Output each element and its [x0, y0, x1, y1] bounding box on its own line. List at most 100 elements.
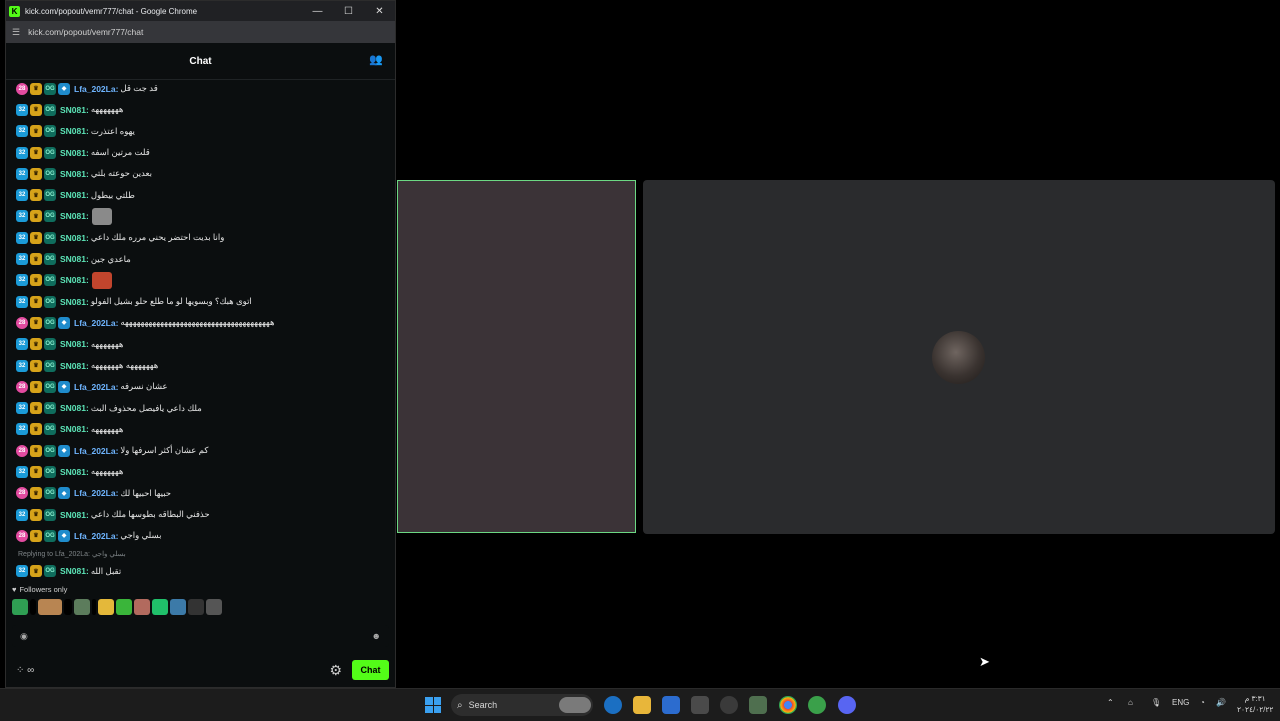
- system-clock[interactable]: ٣:٣١ م ٢٠٢٤/٠٢/٢٢: [1237, 693, 1273, 715]
- chat-username[interactable]: SN081:: [60, 467, 89, 477]
- emoji-icon[interactable]: ☻: [372, 631, 381, 641]
- chat-username[interactable]: Lfa_202La:: [74, 446, 118, 456]
- chat-input[interactable]: ◉ ☻: [12, 625, 389, 647]
- clock-time: ٣:٣١ م: [1244, 694, 1266, 703]
- crown-badge-icon: ♛: [30, 253, 42, 266]
- chat-username[interactable]: Lfa_202La:: [74, 84, 118, 94]
- chat-username[interactable]: Lfa_202La:: [74, 488, 118, 498]
- chat-username[interactable]: SN081:: [60, 275, 89, 285]
- chat-username[interactable]: SN081:: [60, 339, 89, 349]
- volume-icon[interactable]: 🔊: [1216, 698, 1226, 707]
- chat-message: 32 ♛ OG SN081: هههههههه هههههههه: [6, 355, 395, 376]
- emote-item[interactable]: [38, 599, 62, 615]
- heart-icon: ♥: [12, 584, 17, 594]
- emote-item[interactable]: [12, 599, 28, 615]
- emote-bar: [6, 595, 395, 619]
- app-icon[interactable]: [749, 696, 767, 714]
- emote-item[interactable]: [134, 599, 150, 615]
- language-indicator[interactable]: ENG: [1172, 698, 1189, 707]
- network-icon[interactable]: ⌂: [1128, 698, 1133, 707]
- subscriber-badge-icon: 32: [16, 359, 28, 372]
- chat-username[interactable]: SN081:: [60, 361, 89, 371]
- chat-message: 32 ♛ OG SN081: هههههههه: [6, 334, 395, 355]
- chat-username[interactable]: SN081:: [60, 566, 89, 576]
- search-highlight-image: [559, 697, 591, 713]
- og-badge-icon: OG: [44, 210, 56, 223]
- edge-icon[interactable]: [604, 696, 622, 714]
- windows-start-icon[interactable]: [425, 697, 441, 713]
- close-button[interactable]: ✕: [364, 6, 395, 17]
- wifi-icon[interactable]: ◔: [1200, 698, 1205, 707]
- discord-icon[interactable]: [838, 696, 856, 714]
- subscriber-badge-icon: 32: [16, 125, 28, 138]
- emote-item[interactable]: [188, 599, 204, 615]
- chat-message-text: عشان نسرفه: [120, 381, 168, 392]
- address-bar[interactable]: ☰ kick.com/popout/vemr777/chat: [6, 21, 395, 43]
- emote-item[interactable]: [170, 599, 186, 615]
- vip-badge-icon: ◆: [58, 82, 70, 95]
- chat-username[interactable]: SN081:: [60, 105, 89, 115]
- chat-username[interactable]: SN081:: [60, 169, 89, 179]
- chat-username[interactable]: Lfa_202La:: [74, 531, 118, 541]
- emote-item[interactable]: [206, 599, 222, 615]
- chat-username[interactable]: SN081:: [60, 297, 89, 307]
- followers-only-notice: ♥ Followers only: [6, 583, 395, 595]
- chat-username[interactable]: SN081:: [60, 254, 89, 264]
- store-icon[interactable]: [662, 696, 680, 714]
- crown-badge-icon: ♛: [30, 316, 42, 329]
- chat-message: 28 ♛ OG ◆ Lfa_202La: قد جت قل: [6, 78, 395, 99]
- og-badge-icon: OG: [44, 508, 56, 521]
- file-explorer-icon[interactable]: [633, 696, 651, 714]
- subscriber-badge-icon: 32: [16, 210, 28, 223]
- mod-icon[interactable]: ◉: [20, 631, 28, 642]
- settings-gear-icon[interactable]: ⚙: [329, 662, 342, 679]
- user-manage-icon[interactable]: 👥: [369, 53, 383, 66]
- chat-username[interactable]: SN081:: [60, 190, 89, 200]
- chat-username[interactable]: SN081:: [60, 510, 89, 520]
- emote-spacer: [64, 599, 72, 615]
- obs-icon[interactable]: [720, 696, 738, 714]
- window-titlebar[interactable]: K kick.com/popout/vemr777/chat - Google …: [6, 1, 395, 21]
- app-icon[interactable]: [691, 696, 709, 714]
- chat-emote[interactable]: [91, 207, 112, 225]
- chat-bottom-bar: ⁘ ∞ ⚙ Chat: [6, 658, 395, 682]
- emote-item[interactable]: [98, 599, 114, 615]
- clock-date: ٢٠٢٤/٠٢/٢٢: [1237, 705, 1274, 714]
- chat-username[interactable]: SN081:: [60, 403, 89, 413]
- site-info-icon[interactable]: ☰: [12, 27, 20, 38]
- chevron-up-icon[interactable]: ⌃: [1107, 698, 1114, 707]
- chat-emote[interactable]: [91, 271, 112, 289]
- chrome-icon[interactable]: [779, 696, 797, 714]
- video-tile-speaking[interactable]: [397, 180, 636, 533]
- chat-message-text: طلتي بيطول: [90, 189, 135, 200]
- chat-username[interactable]: SN081:: [60, 424, 89, 434]
- chat-username[interactable]: SN081:: [60, 211, 89, 221]
- maximize-button[interactable]: ☐: [333, 6, 364, 17]
- chat-username[interactable]: SN081:: [60, 126, 89, 136]
- chat-username[interactable]: SN081:: [60, 233, 89, 243]
- app-icon[interactable]: [808, 696, 826, 714]
- video-tile-participant[interactable]: [643, 180, 1275, 534]
- chat-username[interactable]: Lfa_202La:: [74, 382, 118, 392]
- chat-message-text: حذفني البطاقه بطوسها ملك داعي: [90, 509, 210, 520]
- chat-message: 32 ♛ OG SN081: هههههههه: [6, 461, 395, 482]
- subscriber-badge-icon: 32: [16, 423, 28, 436]
- chat-username[interactable]: SN081:: [60, 148, 89, 158]
- emote-item[interactable]: [74, 599, 90, 615]
- chat-message: 28 ♛ OG ◆ Lfa_202La: كم عشان أكثر اسرفها ولا: [6, 440, 395, 461]
- emote-item[interactable]: [116, 599, 132, 615]
- taskbar-search[interactable]: ⌕ Search: [451, 694, 593, 716]
- microphone-icon[interactable]: 🎙: [1151, 698, 1161, 707]
- og-badge-icon: OG: [44, 338, 56, 351]
- subscriber-badge-icon: 32: [16, 103, 28, 116]
- chat-message: 32 ♛ OG SN081: قلت مرتين اسفه: [6, 142, 395, 163]
- minimize-button[interactable]: —: [302, 6, 333, 17]
- crown-badge-icon: ♛: [30, 508, 42, 521]
- infinity-icon[interactable]: ⁘ ∞: [16, 665, 34, 676]
- chat-username[interactable]: Lfa_202La:: [74, 318, 118, 328]
- send-chat-button[interactable]: Chat: [352, 660, 389, 680]
- emote-item[interactable]: [152, 599, 168, 615]
- chat-message: 32 ♛ OG SN081: حذفني البطاقه بطوسها ملك داعي: [6, 504, 395, 525]
- window-title: kick.com/popout/vemr777/chat - Google Ch…: [25, 6, 198, 16]
- chat-message-text: كم عشان أكثر اسرفها ولا: [120, 445, 209, 456]
